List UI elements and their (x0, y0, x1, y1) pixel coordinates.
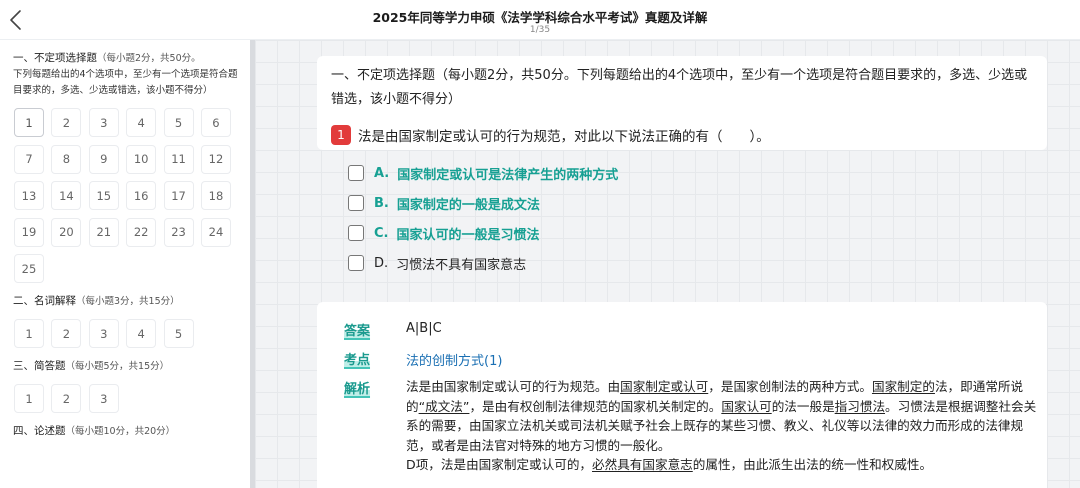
question-number-button[interactable]: 10 (126, 144, 157, 174)
checkbox[interactable] (348, 255, 364, 271)
question-number-badge: 1 (331, 125, 351, 145)
question-number-button[interactable]: 15 (88, 181, 119, 210)
section-score: （每小题10分，共20分） (65, 426, 176, 437)
checkbox[interactable] (348, 225, 364, 241)
option-b[interactable]: B. 国家制定的一般是成文法 (348, 188, 948, 218)
nav-section-essay: 四、论述题（每小题10分，共20分） (13, 423, 250, 440)
question-number-button[interactable]: 18 (200, 181, 231, 210)
question-number-button[interactable]: 8 (51, 144, 82, 174)
option-text: 国家制定或认可是法律产生的两种方式 (397, 167, 619, 183)
section-title: 二、名词解释 (13, 295, 76, 307)
question-content: 一、不定项选择题（每小题2分，共50分。下列每题给出的4个选项中，至少有一个选项… (255, 40, 1080, 488)
question-number-button[interactable]: 11 (163, 144, 194, 174)
section-title: 四、论述题 (13, 425, 66, 437)
question-number-button[interactable]: 1 (14, 384, 44, 413)
question-number-button[interactable]: 16 (126, 181, 157, 210)
question-number-button[interactable]: 21 (88, 217, 119, 247)
page-indicator: 1/35 (529, 25, 551, 35)
question-number-button[interactable]: 7 (14, 144, 44, 174)
section-score: （每小题3分，共15分） (76, 296, 180, 307)
question-number-button[interactable]: 19 (14, 217, 44, 247)
question-number-button[interactable]: 2 (51, 384, 82, 413)
question-number-button[interactable]: 3 (88, 384, 119, 413)
question-number-button[interactable]: 14 (51, 181, 82, 210)
question-number-button[interactable]: 9 (88, 144, 119, 174)
answer-value: A|B|C (406, 321, 442, 336)
question-number-button[interactable]: 2 (51, 319, 82, 348)
question-number-button[interactable]: 2 (51, 108, 82, 137)
option-letter: B. (374, 195, 389, 211)
option-d[interactable]: D. 习惯法不具有国家意志 (348, 248, 948, 278)
option-letter: D. (374, 255, 389, 271)
point-link[interactable]: 法的创制方式(1) (406, 350, 502, 369)
option-c[interactable]: C. 国家认可的一般是习惯法 (348, 218, 948, 248)
question-number-button[interactable]: 3 (88, 108, 119, 137)
question-number-button[interactable]: 20 (51, 217, 82, 247)
explanation-paragraph: 法是由国家制定或认可的行为规范。由国家制定或认可，是国家创制法的两种方式。国家制… (406, 379, 1037, 453)
question-number-button[interactable]: 5 (163, 108, 194, 137)
question-number-button[interactable]: 4 (126, 108, 157, 137)
explanation-paragraph: D项，法是由国家制定或认可的，必然具有国家意志的属性，由此派生出法的统一性和权威… (406, 457, 933, 472)
section-title: 一、不定项选择题 (13, 52, 97, 64)
section-score: （每小题2分，共50分。 (97, 53, 201, 64)
option-text: 国家制定的一般是成文法 (396, 197, 540, 213)
checkbox[interactable] (348, 165, 364, 181)
option-list: A. 国家制定或认可是法律产生的两种方式 B. 国家制定的一般是成文法 C. 国… (348, 158, 948, 278)
option-text: 习惯法不具有国家意志 (396, 257, 527, 273)
section-intro: 一、不定项选择题（每小题2分，共50分。下列每题给出的4个选项中，至少有一个选项… (331, 68, 1028, 107)
question-grid: 1 2 3 (14, 384, 250, 413)
nav-section-choice: 一、不定项选择题（每小题2分，共50分。 下列每题给出的4个选项中，至少有一个选… (13, 50, 250, 283)
question-number-button[interactable]: 25 (14, 254, 44, 283)
question-number-button[interactable]: 5 (163, 319, 194, 348)
question-text: 法是由国家制定或认可的行为规范，对此以下说法正确的有（ ）。 (358, 129, 770, 145)
document-title: 2025年同等学力申硕《法学学科综合水平考试》真题及详解 (372, 10, 708, 25)
question-number-button[interactable]: 6 (200, 108, 231, 137)
question-stem: 1 法是由国家制定或认可的行为规范，对此以下说法正确的有（ ）。 (331, 122, 1031, 148)
question-number-button[interactable]: 13 (14, 181, 44, 210)
top-bar: 2025年同等学力申硕《法学学科综合水平考试》真题及详解 1/35 (0, 0, 1080, 40)
question-number-button[interactable]: 24 (200, 217, 231, 247)
explanation-text: 法是由国家制定或认可的行为规范。由国家制定或认可，是国家创制法的两种方式。国家制… (406, 377, 1041, 475)
checkbox[interactable] (348, 195, 364, 211)
analysis-card: 答案 A|B|C 考点 法的创制方式(1) 解析 法是由国家制定或认可的行为规范… (317, 302, 1047, 488)
section-title: 三、简答题 (13, 360, 66, 372)
question-number-button[interactable]: 12 (200, 144, 231, 174)
question-number-button[interactable]: 3 (88, 319, 119, 348)
question-number-button[interactable]: 1 (14, 108, 44, 137)
question-navigator: 一、不定项选择题（每小题2分，共50分。 下列每题给出的4个选项中，至少有一个选… (0, 40, 250, 488)
question-number-button[interactable]: 22 (126, 217, 157, 247)
option-letter: C. (374, 225, 389, 241)
question-number-button[interactable]: 23 (163, 217, 194, 247)
point-label: 考点 (344, 349, 371, 368)
question-number-button[interactable]: 4 (126, 319, 157, 348)
option-text: 国家认可的一般是习惯法 (396, 227, 540, 243)
nav-section-terms: 二、名词解释（每小题3分，共15分） 1 2 3 4 5 (13, 293, 250, 348)
option-letter: A. (374, 165, 390, 181)
section-score: （每小题5分，共15分） (65, 361, 170, 372)
section-description: 下列每题给出的4个选项中，至少有一个选项是符合题目要求的，多选、少选或错选，该小… (13, 69, 238, 96)
question-grid: 1 2 3 4 5 6 7 8 9 10 11 12 13 14 15 16 1… (14, 108, 250, 283)
question-number-button[interactable]: 17 (163, 181, 194, 210)
answer-label: 答案 (344, 320, 371, 339)
nav-section-short-answer: 三、简答题（每小题5分，共15分） 1 2 3 (13, 358, 250, 413)
question-grid: 1 2 3 4 5 (14, 319, 250, 348)
question-number-button[interactable]: 1 (14, 319, 44, 348)
explain-label: 解析 (344, 378, 371, 397)
option-a[interactable]: A. 国家制定或认可是法律产生的两种方式 (348, 158, 948, 188)
